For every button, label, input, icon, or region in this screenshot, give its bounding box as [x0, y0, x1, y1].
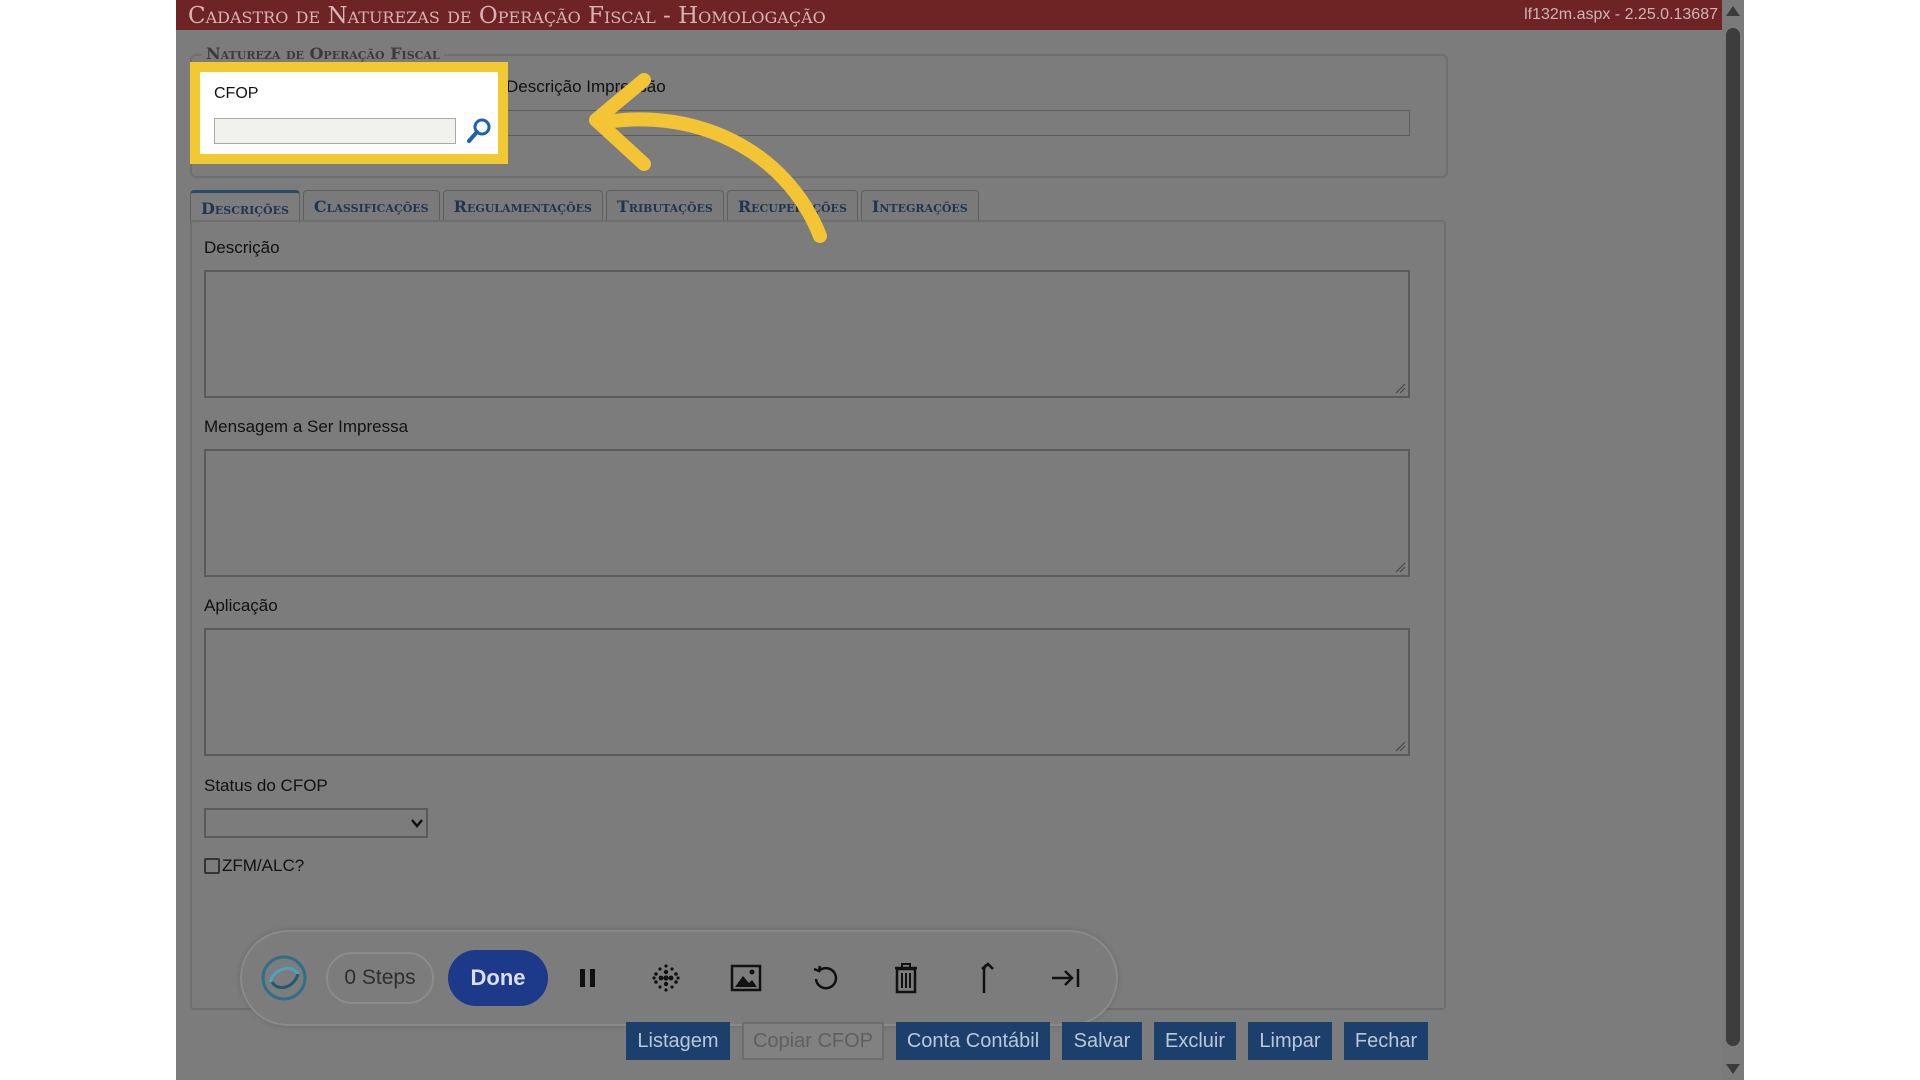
conta-contabil-button[interactable]: Conta Contábil	[896, 1022, 1050, 1060]
done-button[interactable]: Done	[448, 950, 548, 1006]
version-label: lf132m.aspx - 2.25.0.13687	[1524, 6, 1718, 23]
recorder-toolbar: 0 Steps Done	[240, 930, 1118, 1026]
status-cfop-select[interactable]	[204, 808, 428, 838]
resize-grip-icon[interactable]	[1394, 561, 1406, 573]
undo-icon[interactable]	[808, 960, 844, 996]
title-bar: Cadastro de Naturezas de Operação Fiscal…	[176, 0, 1722, 30]
scroll-up-icon[interactable]	[1726, 6, 1740, 16]
tab-descricoes[interactable]: Descrições	[190, 190, 300, 223]
blur-icon[interactable]	[648, 960, 684, 996]
status-cfop-label: Status do CFOP	[204, 776, 328, 795]
pause-icon[interactable]	[570, 960, 606, 996]
tab-regulamentacoes[interactable]: Regulamentações	[442, 190, 603, 221]
mensagem-label: Mensagem a Ser Impressa	[204, 417, 409, 436]
resize-grip-icon[interactable]	[1394, 382, 1406, 394]
tab-integracoes[interactable]: Integrações	[860, 190, 979, 221]
cfop-highlight-box: CFOP	[190, 62, 508, 164]
skip-to-end-icon[interactable]	[1048, 960, 1084, 996]
tab-tributacoes[interactable]: Tributações	[605, 190, 724, 221]
aplicacao-label: Aplicação	[204, 596, 278, 615]
tab-recuperacoes[interactable]: Recuperações	[726, 190, 858, 221]
zfm-label: ZFM/ALC?	[222, 856, 305, 875]
excluir-button[interactable]: Excluir	[1154, 1022, 1236, 1060]
app-window: Cadastro de Naturezas de Operação Fiscal…	[176, 0, 1744, 1080]
tab-classificacoes[interactable]: Classificações	[302, 190, 440, 221]
scroll-down-icon[interactable]	[1726, 1064, 1740, 1074]
branch-arrow-icon[interactable]	[968, 960, 1004, 996]
cfop-input[interactable]	[214, 118, 456, 144]
tab-bar: Descrições Classificações Regulamentaçõe…	[190, 190, 979, 223]
descricao-impressao-input[interactable]	[506, 110, 1410, 136]
resize-grip-icon[interactable]	[1394, 740, 1406, 752]
salvar-button[interactable]: Salvar	[1062, 1022, 1142, 1060]
image-icon[interactable]	[728, 960, 764, 996]
logo-icon	[260, 954, 308, 1002]
fechar-button[interactable]: Fechar	[1344, 1022, 1428, 1060]
aplicacao-textarea[interactable]	[204, 628, 1410, 756]
descricao-impressao-label: Descrição Impressão	[506, 77, 666, 96]
zfm-checkbox[interactable]	[204, 858, 220, 874]
descricao-label: Descrição	[204, 238, 280, 257]
cfop-label: CFOP	[214, 85, 259, 102]
search-icon[interactable]	[464, 116, 494, 146]
scroll-thumb[interactable]	[1726, 28, 1740, 1046]
vertical-scrollbar[interactable]	[1722, 0, 1744, 1080]
limpar-button[interactable]: Limpar	[1248, 1022, 1332, 1060]
descricao-textarea[interactable]	[204, 270, 1410, 398]
listagem-button[interactable]: Listagem	[626, 1022, 730, 1060]
trash-icon[interactable]	[888, 960, 924, 996]
copiar-cfop-button[interactable]: Copiar CFOP	[742, 1022, 884, 1060]
window-title: Cadastro de Naturezas de Operação Fiscal…	[188, 3, 826, 29]
chevron-down-icon[interactable]	[410, 816, 424, 830]
mensagem-textarea[interactable]	[204, 449, 1410, 577]
natureza-legend: Natureza de Operação Fiscal	[202, 44, 444, 63]
steps-counter: 0 Steps	[326, 952, 434, 1004]
